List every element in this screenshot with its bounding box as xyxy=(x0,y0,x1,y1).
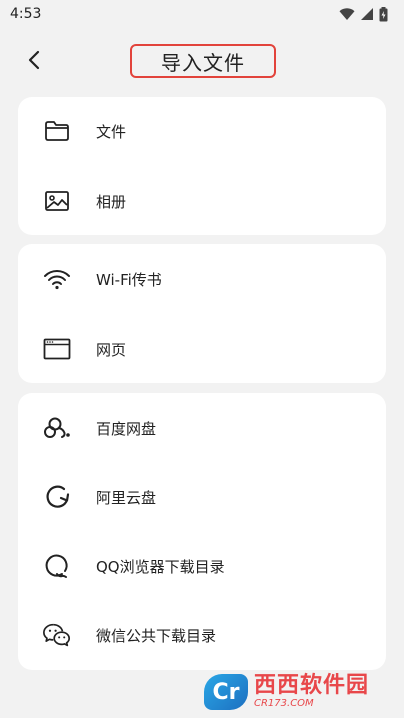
watermark-logo: Cr xyxy=(204,674,248,710)
import-item-label: 相册 xyxy=(96,192,127,211)
back-button[interactable] xyxy=(20,48,48,76)
import-item-qq-browser-downloads[interactable]: QQ浏览器下载目录 xyxy=(18,538,386,594)
page-title: 导入文件 xyxy=(161,50,245,75)
import-item-file[interactable]: 文件 xyxy=(18,103,386,159)
app-header: 导入文件 xyxy=(0,40,404,84)
image-icon xyxy=(42,186,72,216)
import-item-label: 微信公共下载目录 xyxy=(96,626,217,645)
import-item-label: QQ浏览器下载目录 xyxy=(96,557,225,576)
baidu-netdisk-icon xyxy=(42,413,72,443)
import-item-wechat-downloads[interactable]: 微信公共下载目录 xyxy=(18,607,386,663)
status-time: 4:53 xyxy=(10,6,42,22)
browser-window-icon xyxy=(42,334,72,364)
import-item-label: 百度网盘 xyxy=(96,419,157,438)
wechat-icon xyxy=(42,620,72,650)
watermark: Cr 西西软件园 CR173.COM xyxy=(204,672,394,712)
battery-icon xyxy=(379,6,388,22)
folder-icon xyxy=(42,116,72,146)
import-item-label: Wi-Fi传书 xyxy=(96,270,162,289)
aliyun-drive-icon xyxy=(42,482,72,512)
watermark-text: 西西软件园 CR173.COM xyxy=(254,675,369,709)
status-bar: 4:53 xyxy=(0,0,404,28)
wifi-icon xyxy=(339,7,355,21)
import-group-network: Wi-Fi传书 网页 xyxy=(18,244,386,383)
page-title-highlight: 导入文件 xyxy=(130,44,276,78)
watermark-url: CR173.COM xyxy=(254,698,314,709)
import-group-cloud: 百度网盘 阿里云盘 QQ浏览器下载目录 微信公共下载目录 xyxy=(18,393,386,670)
status-icons xyxy=(339,6,388,22)
import-item-label: 阿里云盘 xyxy=(96,488,157,507)
chevron-left-icon xyxy=(27,50,41,74)
import-group-local: 文件 相册 xyxy=(18,97,386,235)
import-item-aliyun-drive[interactable]: 阿里云盘 xyxy=(18,469,386,525)
import-item-webpage[interactable]: 网页 xyxy=(18,321,386,377)
watermark-name: 西西软件园 xyxy=(254,673,370,698)
wifi-icon xyxy=(42,264,72,294)
import-item-label: 文件 xyxy=(96,122,127,141)
cell-signal-icon xyxy=(360,7,374,21)
import-item-label: 网页 xyxy=(96,340,127,359)
import-item-wifi-transfer[interactable]: Wi-Fi传书 xyxy=(18,251,386,307)
import-item-album[interactable]: 相册 xyxy=(18,173,386,229)
qq-browser-icon xyxy=(42,551,72,581)
import-item-baidu-netdisk[interactable]: 百度网盘 xyxy=(18,400,386,456)
